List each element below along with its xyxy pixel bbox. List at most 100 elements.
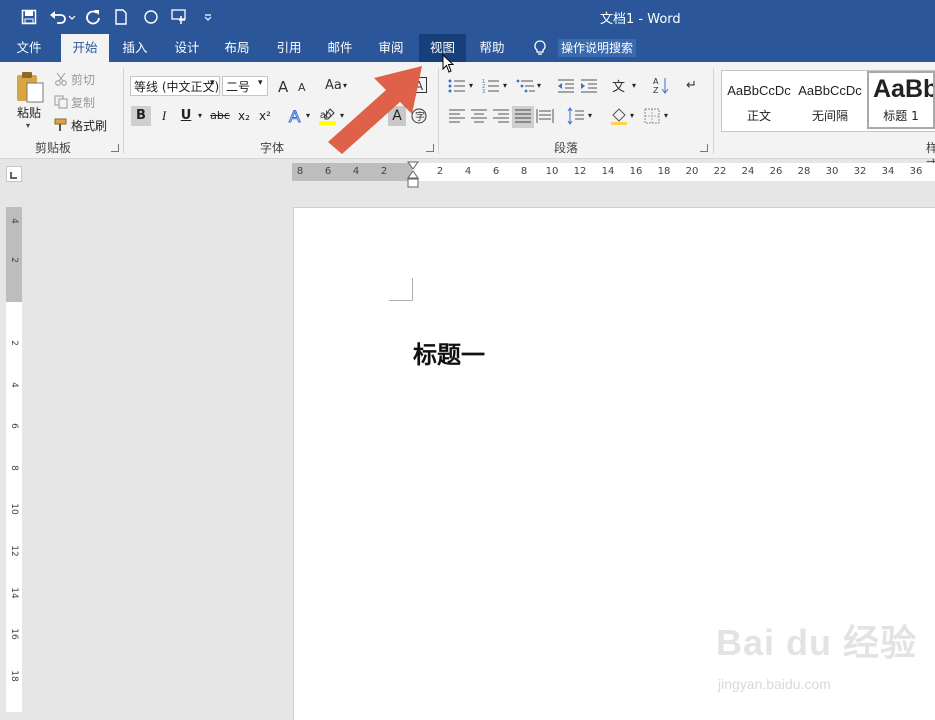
shading-icon[interactable] [610, 107, 628, 125]
tab-mailings[interactable]: 邮件 [319, 34, 361, 62]
indent-marker-icon[interactable] [406, 161, 420, 189]
group-divider [123, 68, 124, 154]
new-document-icon[interactable] [110, 6, 132, 28]
tab-references[interactable]: 引用 [268, 34, 310, 62]
shape-icon[interactable] [140, 6, 162, 28]
tab-insert[interactable]: 插入 [114, 34, 156, 62]
sort-icon[interactable]: AZ [653, 76, 669, 96]
asian-layout-icon[interactable]: 文 [612, 76, 632, 95]
lightbulb-icon [531, 39, 549, 57]
style-normal[interactable]: AaBbCcDc 正文 [726, 71, 792, 129]
tab-help[interactable]: 帮助 [471, 34, 513, 62]
margin-corner-mark [389, 278, 413, 301]
align-left-icon[interactable] [448, 108, 466, 124]
ruler-tick: 6 [324, 166, 332, 177]
font-name-dropdown-icon[interactable]: ▾ [210, 78, 215, 88]
paste-dropdown-icon[interactable]: ▾ [26, 121, 30, 130]
style-name: 无间隔 [811, 109, 848, 123]
borders-dropdown-icon[interactable]: ▾ [664, 111, 668, 120]
font-group-label: 字体 [260, 141, 285, 155]
vertical-ruler-tick: 2 [9, 340, 19, 346]
paste-button-label[interactable]: 粘贴 [17, 104, 41, 121]
line-spacing-dropdown-icon[interactable]: ▾ [588, 111, 592, 120]
tab-file[interactable]: 文件 [8, 34, 50, 62]
increase-indent-icon[interactable] [580, 78, 598, 94]
tab-layout[interactable]: 布局 [216, 34, 258, 62]
undo-icon[interactable] [48, 6, 78, 28]
paste-icon[interactable] [14, 70, 46, 104]
strikethrough-button[interactable]: abc [208, 106, 232, 126]
ruler-tick: 32 [853, 166, 867, 177]
format-painter-button[interactable]: 格式刷 [71, 117, 107, 134]
align-center-icon[interactable] [470, 108, 488, 124]
ruler-tick: 36 [909, 166, 923, 177]
mouse-cursor-icon [442, 53, 456, 74]
touch-mode-icon[interactable] [168, 6, 192, 28]
cut-icon [54, 71, 68, 86]
copy-button[interactable]: 复制 [71, 94, 95, 111]
vertical-ruler-tick: 10 [9, 503, 19, 515]
ruler-tick: 16 [629, 166, 643, 177]
style-no-spacing[interactable]: AaBbCcDc 无间隔 [797, 71, 863, 129]
shading-dropdown-icon[interactable]: ▾ [630, 111, 634, 120]
style-sample: AaBb [873, 75, 933, 103]
document-heading[interactable]: 标题一 [413, 335, 485, 370]
annotation-arrow-icon [322, 60, 430, 156]
cut-button[interactable]: 剪切 [71, 71, 95, 88]
tab-design[interactable]: 设计 [166, 34, 208, 62]
style-sample: AaBbCcDc [798, 83, 862, 98]
superscript-button[interactable]: x² [255, 106, 275, 126]
decrease-indent-icon[interactable] [557, 78, 575, 94]
style-sample: AaBbCcDc [727, 83, 791, 98]
shrink-font-button[interactable]: A [298, 81, 306, 94]
tab-review[interactable]: 审阅 [370, 34, 412, 62]
subscript-button[interactable]: x₂ [234, 106, 254, 126]
style-heading-1[interactable]: AaBb 标题 1 [867, 71, 935, 129]
bullets-icon[interactable] [448, 78, 466, 94]
customize-qat-icon[interactable] [200, 6, 216, 28]
tab-home[interactable]: 开始 [61, 34, 109, 62]
font-size-dropdown-icon[interactable]: ▾ [258, 78, 263, 88]
distributed-icon[interactable] [536, 108, 554, 124]
align-right-icon[interactable] [492, 108, 510, 124]
clipboard-launcher-icon[interactable] [111, 144, 119, 152]
multilevel-list-dropdown-icon[interactable]: ▾ [537, 81, 541, 90]
paragraph-group-label: 段落 [554, 141, 579, 155]
paragraph-launcher-icon[interactable] [700, 144, 708, 152]
vertical-ruler-tick: 8 [9, 465, 19, 471]
ruler-tick: 14 [601, 166, 615, 177]
format-painter-icon [54, 117, 68, 131]
redo-icon[interactable] [82, 6, 104, 28]
grow-font-button[interactable]: A [278, 78, 288, 96]
bullets-dropdown-icon[interactable]: ▾ [469, 81, 473, 90]
save-icon[interactable] [18, 6, 40, 28]
line-spacing-icon[interactable] [567, 107, 585, 125]
font-name-combo[interactable]: 等线 (中文正文) [130, 76, 220, 96]
text-effects-icon[interactable]: A [287, 106, 305, 127]
ruler-tick: 34 [881, 166, 895, 177]
italic-button[interactable]: I [154, 106, 174, 126]
watermark-logo: Bai du 经验 [716, 622, 918, 663]
tell-me-search[interactable]: 操作说明搜索 [558, 39, 637, 57]
vertical-ruler-tick: 4 [9, 218, 19, 224]
ruler-tick: 2 [380, 166, 388, 177]
numbering-icon[interactable]: 123 [482, 78, 500, 95]
text-effects-dropdown-icon[interactable]: ▾ [306, 111, 310, 120]
watermark-url: jingyan.baidu.com [718, 676, 831, 692]
borders-icon[interactable] [644, 108, 660, 124]
underline-dropdown-icon[interactable]: ▾ [198, 111, 202, 120]
vertical-ruler-tick: 14 [9, 587, 19, 599]
asian-layout-dropdown-icon[interactable]: ▾ [632, 81, 636, 90]
ruler-tick: 24 [741, 166, 755, 177]
underline-button[interactable]: U [176, 106, 196, 126]
ruler-tick: 4 [464, 166, 472, 177]
vertical-ruler-tick: 4 [9, 382, 19, 388]
justify-icon[interactable] [512, 106, 534, 128]
tab-selector-icon[interactable] [6, 166, 22, 182]
multilevel-list-icon[interactable] [516, 78, 536, 94]
copy-icon [54, 94, 68, 109]
numbering-dropdown-icon[interactable]: ▾ [503, 81, 507, 90]
show-marks-icon[interactable]: ↵ [686, 78, 700, 94]
vertical-ruler-tick: 18 [9, 670, 19, 682]
bold-button[interactable]: B [131, 106, 151, 126]
